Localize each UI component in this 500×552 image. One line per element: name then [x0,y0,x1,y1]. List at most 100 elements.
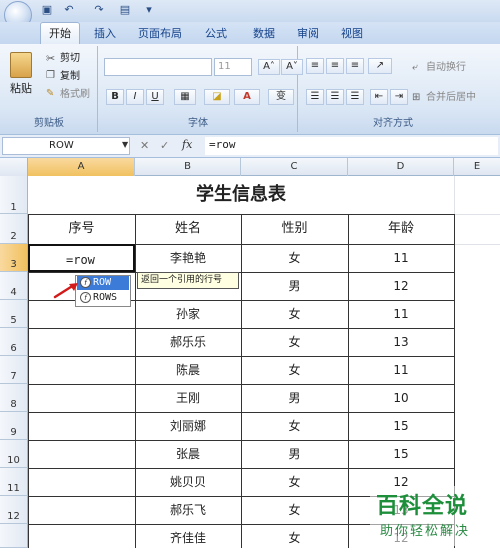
cell-age-row-3[interactable]: 11 [348,244,454,272]
gridline [454,244,500,245]
row-header-12[interactable]: 12 [0,496,28,524]
cell-gender-row-9[interactable]: 女 [241,412,348,440]
cell-name-row-3[interactable]: 李艳艳 [135,244,241,272]
row-header-1[interactable]: 1 [0,176,28,214]
cell-age-row-10[interactable]: 15 [348,440,454,468]
active-cell-a3[interactable]: =row [28,244,135,272]
tab-home[interactable]: 开始 [40,22,80,44]
row-header-6[interactable]: 6 [0,328,28,356]
cell-name-row-8[interactable]: 王刚 [135,384,241,412]
select-all-button[interactable] [0,158,28,176]
cell-age-row-6[interactable]: 13 [348,328,454,356]
sheet-title[interactable]: 学生信息表 [28,176,454,214]
row-header-7[interactable]: 7 [0,356,28,384]
name-box[interactable]: ROW [2,137,130,155]
print-preview-icon[interactable]: ▤ [118,3,132,17]
font-color-icon[interactable]: A [234,89,260,105]
row-header-3[interactable]: 3 [0,244,28,272]
name-box-dropdown-icon[interactable]: ▼ [122,140,128,149]
cell-age-row-5[interactable]: 11 [348,300,454,328]
increase-indent-icon[interactable]: ⇥ [390,89,408,105]
cell-name-row-5[interactable]: 孙家 [135,300,241,328]
align-top-icon[interactable]: ≡ [306,58,324,74]
borders-icon[interactable]: ▦ [174,89,196,105]
cell-name-row-10[interactable]: 张晨 [135,440,241,468]
align-right-icon[interactable]: ☰ [346,89,364,105]
row-header-8[interactable]: 8 [0,384,28,412]
row-header-2[interactable]: 2 [0,214,28,244]
row-header-9[interactable]: 9 [0,412,28,440]
cell-gender-row-10[interactable]: 男 [241,440,348,468]
row-header-10[interactable]: 10 [0,440,28,468]
row-header-11[interactable]: 11 [0,468,28,496]
cell-gender-row-6[interactable]: 女 [241,328,348,356]
font-name-select[interactable] [104,58,212,76]
tab-page-layout[interactable]: 页面布局 [132,25,188,43]
header-cell-age[interactable]: 年龄 [348,214,454,244]
italic-button[interactable]: I [126,89,144,105]
save-icon[interactable]: ▣ [40,3,54,17]
cell-name-row-6[interactable]: 郝乐乐 [135,328,241,356]
tab-insert[interactable]: 插入 [88,25,122,43]
grow-font-button[interactable]: A˄ [258,59,280,75]
align-center-icon[interactable]: ☰ [326,89,344,105]
header-cell-gender[interactable]: 性别 [241,214,348,244]
cancel-icon[interactable]: ✕ [140,139,149,152]
undo-icon[interactable]: ↶ [62,3,76,17]
wrap-text-button[interactable]: 自动换行 [426,59,466,77]
bold-button[interactable]: B [106,89,124,105]
cell-age-row-4[interactable]: 12 [348,272,454,300]
header-cell-seq[interactable]: 序号 [28,214,135,244]
cut-button[interactable]: 剪切 [60,50,80,68]
cell-age-row-7[interactable]: 11 [348,356,454,384]
enter-icon[interactable]: ✓ [160,139,169,152]
redo-icon[interactable]: ↷ [92,3,106,17]
orientation-icon[interactable]: ↗ [368,58,392,74]
column-header-b[interactable]: B [135,158,241,176]
tab-data[interactable]: 数据 [244,25,284,43]
insert-function-button[interactable]: fx [182,138,192,151]
align-middle-icon[interactable]: ≡ [326,58,344,74]
paste-button[interactable]: 粘贴 [10,80,32,98]
customize-icon[interactable]: ▾ [142,3,156,17]
column-header-d[interactable]: D [348,158,454,176]
tab-review[interactable]: 审阅 [290,25,326,43]
cell-gender-row-12[interactable]: 女 [241,496,348,524]
formula-input[interactable]: =row [205,137,498,155]
font-size-select[interactable]: 11 [214,58,252,76]
column-header-a[interactable]: A [28,158,135,176]
merge-center-button[interactable]: 合并后居中 [426,89,476,107]
cell-name-row-12[interactable]: 郝乐飞 [135,496,241,524]
cell-gender-row-7[interactable]: 女 [241,356,348,384]
column-header-c[interactable]: C [241,158,348,176]
underline-button[interactable]: U [146,89,164,105]
decrease-indent-icon[interactable]: ⇤ [370,89,388,105]
copy-button[interactable]: 复制 [60,68,80,86]
cell-age-row-8[interactable]: 10 [348,384,454,412]
row-header-4[interactable]: 4 [0,272,28,300]
cell-gender-row-4[interactable]: 男 [241,272,348,300]
column-header-e[interactable]: E [454,158,500,176]
cell-gender-row-11[interactable]: 女 [241,468,348,496]
wrap-text-icon: ⤶ [412,62,418,73]
cell-gender-row-5[interactable]: 女 [241,300,348,328]
paste-icon[interactable] [10,52,32,78]
cell-name-row-13[interactable]: 齐佳佳 [135,524,241,548]
align-left-icon[interactable]: ☰ [306,89,324,105]
tab-view[interactable]: 视图 [332,25,372,43]
align-bottom-icon[interactable]: ≡ [346,58,364,74]
cell-gender-row-3[interactable]: 女 [241,244,348,272]
cell-gender-row-13[interactable]: 女 [241,524,348,548]
cell-name-row-9[interactable]: 刘丽娜 [135,412,241,440]
cell-name-row-7[interactable]: 陈晨 [135,356,241,384]
fill-color-icon[interactable]: ◪ [204,89,230,105]
header-cell-name[interactable]: 姓名 [135,214,241,244]
cell-name-row-11[interactable]: 姚贝贝 [135,468,241,496]
cell-gender-row-8[interactable]: 男 [241,384,348,412]
format-painter-button[interactable]: 格式刷 [60,86,90,104]
row-header-5[interactable]: 5 [0,300,28,328]
cell-age-row-9[interactable]: 15 [348,412,454,440]
row-header-13[interactable] [0,524,28,548]
tab-formulas[interactable]: 公式 [196,25,236,43]
phonetic-icon[interactable]: 变 [268,89,294,105]
